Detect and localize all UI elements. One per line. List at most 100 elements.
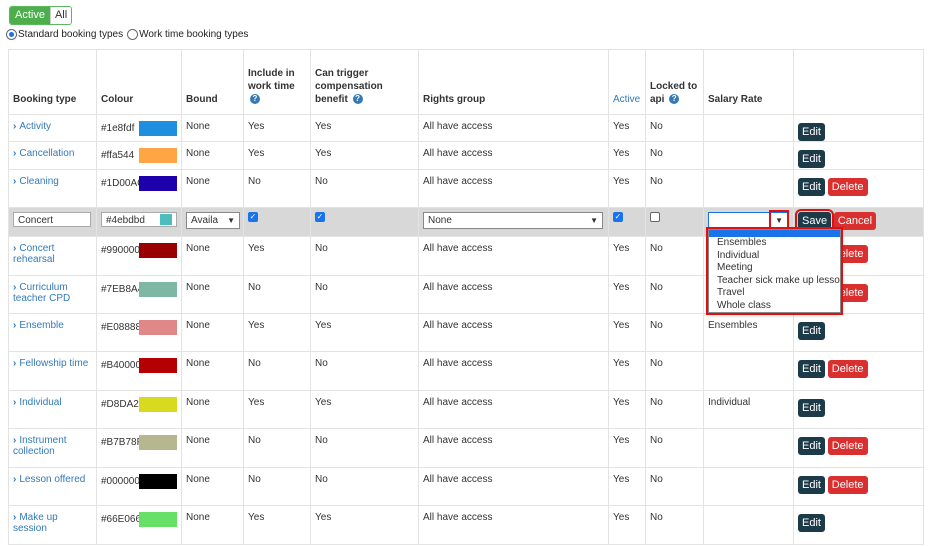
- help-icon[interactable]: ?: [669, 94, 680, 105]
- edit-active-cell: ✓: [608, 207, 646, 237]
- booking-type-link[interactable]: Ensemble: [19, 320, 63, 331]
- active-cell: Yes: [608, 114, 646, 142]
- salary-option[interactable]: Individual: [709, 250, 840, 263]
- chevron-right-icon[interactable]: ›: [13, 121, 16, 132]
- booking-type-link[interactable]: Make up session: [13, 512, 58, 534]
- standard-radio[interactable]: [6, 29, 17, 40]
- header-colour: Colour: [96, 49, 182, 115]
- booking-type-link[interactable]: Concert rehearsal: [13, 243, 55, 265]
- salary-option[interactable]: Teacher sick make up lesson: [709, 275, 840, 288]
- booking-type-cell: › Individual: [8, 390, 97, 429]
- booking-type-link[interactable]: Activity: [19, 121, 51, 132]
- chevron-right-icon[interactable]: ›: [13, 282, 16, 293]
- delete-button[interactable]: Delete: [827, 178, 868, 196]
- chevron-right-icon[interactable]: ›: [13, 512, 16, 523]
- booking-type-link[interactable]: Lesson offered: [19, 474, 85, 485]
- colour-cell: #B40000: [96, 351, 182, 391]
- edit-button[interactable]: Edit: [798, 360, 825, 378]
- bound-cell: None: [181, 351, 244, 391]
- table-row: › Instrument collection #B7B78F None No No All…: [8, 428, 924, 468]
- name-input[interactable]: Concert: [13, 212, 91, 227]
- chevron-right-icon[interactable]: ›: [13, 176, 16, 187]
- locked-cell: No: [645, 428, 704, 468]
- salary-cell: [703, 141, 794, 170]
- header-locked: Locked to api ?: [645, 49, 704, 115]
- delete-button[interactable]: Delete: [827, 360, 868, 378]
- locked-cell: No: [645, 114, 704, 142]
- chevron-right-icon[interactable]: ›: [13, 474, 16, 485]
- help-icon[interactable]: ?: [352, 94, 363, 105]
- header-bound: Bound: [181, 49, 244, 115]
- salary-option[interactable]: Travel: [709, 287, 840, 300]
- chevron-right-icon[interactable]: ›: [13, 320, 16, 331]
- active-all-toggle[interactable]: Active All: [9, 6, 73, 25]
- rows-before-edit: › Activity #1e8fdf None Yes Yes All have acces…: [8, 114, 924, 208]
- chevron-right-icon[interactable]: ›: [13, 435, 16, 446]
- edit-button[interactable]: Edit: [798, 476, 825, 494]
- active-cell: Yes: [608, 236, 646, 276]
- edit-button[interactable]: Edit: [798, 399, 825, 417]
- chevron-right-icon[interactable]: ›: [13, 397, 16, 408]
- edit-button[interactable]: Edit: [798, 514, 825, 532]
- chevron-right-icon[interactable]: ›: [13, 358, 16, 369]
- comp-cell: Yes: [310, 114, 419, 142]
- bound-cell: None: [181, 275, 244, 314]
- edit-button[interactable]: Edit: [798, 150, 825, 168]
- delete-button[interactable]: Delete: [827, 476, 868, 494]
- edit-button[interactable]: Edit: [798, 437, 825, 455]
- rights-cell: All have access: [418, 275, 609, 314]
- colour-cell: #ffa544: [96, 141, 182, 170]
- salary-option[interactable]: Whole class: [709, 300, 840, 313]
- booking-type-link[interactable]: Individual: [19, 397, 61, 408]
- worktime-radio-label: Work time booking types: [139, 29, 249, 40]
- salary-cell: [703, 114, 794, 142]
- colour-input[interactable]: #4ebdbd: [101, 212, 177, 227]
- chevron-right-icon[interactable]: ›: [13, 148, 16, 159]
- active-cell: Yes: [608, 141, 646, 170]
- colour-swatch: [139, 176, 177, 191]
- worktime-radio[interactable]: [127, 29, 139, 40]
- bound-cell: None: [181, 467, 244, 506]
- chevron-right-icon[interactable]: ›: [13, 243, 16, 254]
- bound-select[interactable]: Availa ▼: [186, 212, 240, 229]
- delete-button[interactable]: Delete: [827, 437, 868, 455]
- comp-cell: No: [310, 275, 419, 314]
- booking-type-link[interactable]: Fellowship time: [19, 358, 88, 369]
- edit-button[interactable]: Edit: [798, 322, 825, 340]
- save-button[interactable]: Save: [794, 209, 835, 233]
- rights-select[interactable]: None ▼: [423, 212, 603, 229]
- header-comp: Can trigger compensation benefit ?: [310, 49, 419, 115]
- filter-active-button[interactable]: Active: [10, 7, 50, 24]
- salary-select[interactable]: ▼: [708, 210, 789, 231]
- salary-option[interactable]: Meeting: [709, 262, 840, 275]
- booking-type-link[interactable]: Curriculum teacher CPD: [13, 282, 70, 304]
- cancel-button[interactable]: Cancel: [833, 212, 877, 230]
- chevron-down-icon[interactable]: ▼: [769, 210, 789, 231]
- include-checkbox[interactable]: ✓: [248, 212, 258, 223]
- salary-dropdown-list: Ensembles Individual Meeting Teacher sick m…: [706, 227, 843, 315]
- booking-type-cell: › Fellowship time: [8, 351, 97, 391]
- active-checkbox[interactable]: ✓: [613, 212, 623, 223]
- booking-type-link[interactable]: Cancellation: [19, 148, 74, 159]
- actions-cell: Edit Delete: [793, 351, 924, 391]
- booking-type-link[interactable]: Instrument collection: [13, 435, 67, 457]
- active-cell: Yes: [608, 428, 646, 468]
- help-icon[interactable]: ?: [250, 94, 260, 105]
- edit-button[interactable]: Edit: [798, 178, 825, 196]
- salary-option[interactable]: Ensembles: [709, 237, 840, 250]
- booking-type-cell: › Activity: [8, 114, 97, 142]
- edit-button[interactable]: Edit: [798, 123, 825, 141]
- colour-picker-swatch[interactable]: [160, 214, 172, 225]
- comp-checkbox[interactable]: ✓: [315, 212, 325, 223]
- standard-radio-label: Standard booking types: [18, 29, 124, 40]
- locked-checkbox[interactable]: [650, 212, 660, 223]
- salary-option-blank[interactable]: [709, 230, 840, 237]
- colour-input-value: #4ebdbd: [106, 215, 145, 226]
- bound-cell: None: [181, 313, 244, 352]
- salary-cell: [703, 351, 794, 391]
- filter-all-button[interactable]: All: [49, 7, 72, 24]
- table-row: › Activity #1e8fdf None Yes Yes All have acces…: [8, 114, 924, 142]
- header-active-sort[interactable]: Active: [608, 49, 646, 115]
- booking-type-link[interactable]: Cleaning: [19, 176, 58, 187]
- include-cell: No: [243, 351, 311, 391]
